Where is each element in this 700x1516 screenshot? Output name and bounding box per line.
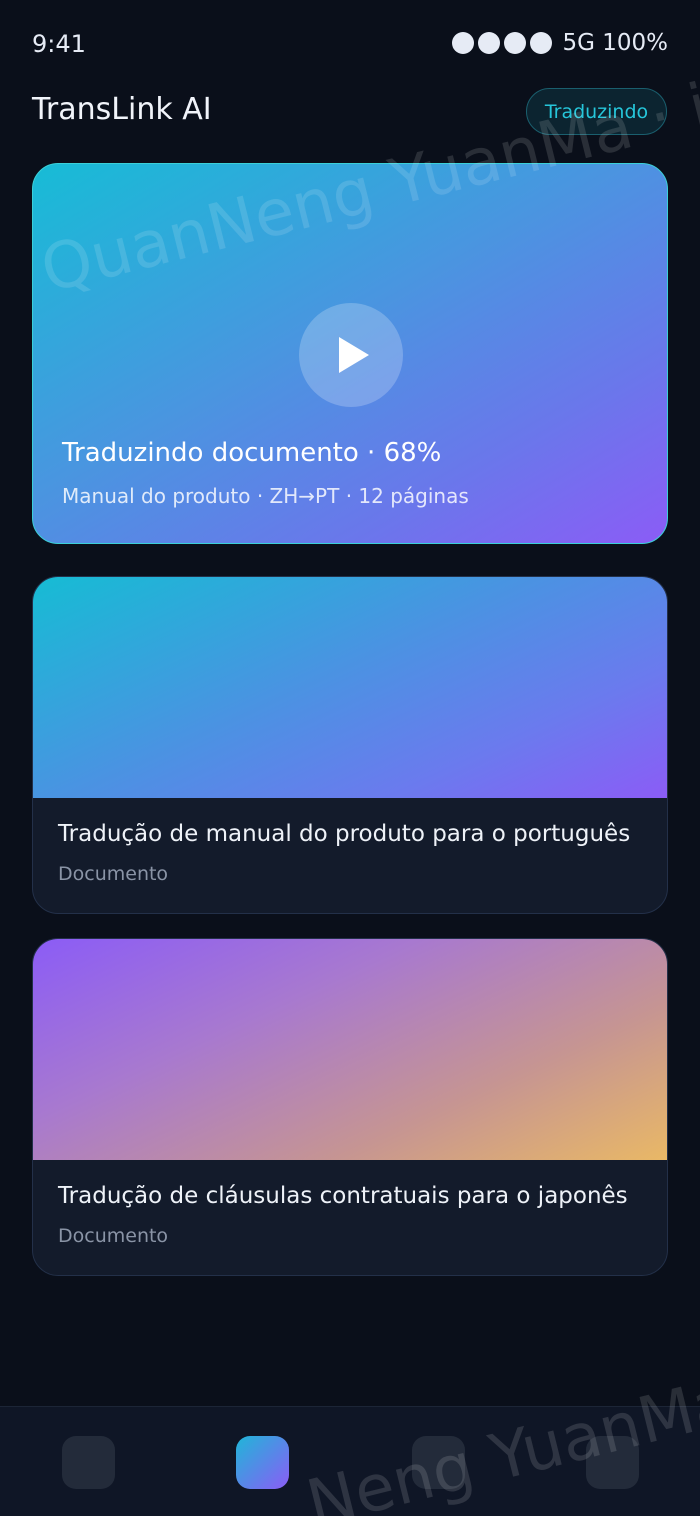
- translation-progress-title: Traduzindo documento · 68%: [62, 438, 442, 468]
- card-title: Tradução de cláusulas contratuais para o…: [58, 1183, 628, 1209]
- signal-dot: [478, 32, 501, 54]
- current-translation-card[interactable]: Traduzindo documento · 68% Manual do pro…: [32, 163, 668, 544]
- nav-home-icon[interactable]: [62, 1436, 115, 1489]
- translation-card[interactable]: Tradução de manual do produto para o por…: [32, 576, 668, 914]
- bottom-nav: [0, 1406, 700, 1516]
- card-thumbnail: [33, 577, 667, 798]
- signal-dot: [452, 32, 475, 54]
- nav-profile-icon[interactable]: [586, 1436, 639, 1489]
- nav-translate-icon[interactable]: [236, 1436, 289, 1489]
- app-title: TransLink AI: [32, 92, 212, 127]
- play-icon: [339, 337, 369, 373]
- translation-progress-subtitle: Manual do produto · ZH→PT · 12 páginas: [62, 484, 469, 508]
- card-type: Documento: [58, 863, 169, 885]
- status-badge[interactable]: Traduzindo: [526, 88, 667, 135]
- signal-icon: [452, 32, 553, 54]
- status-indicators: 5G 100%: [452, 30, 668, 56]
- status-time: 9:41: [32, 30, 86, 58]
- card-thumbnail: [33, 939, 667, 1160]
- card-title: Tradução de manual do produto para o por…: [58, 821, 631, 847]
- network-battery-text: 5G 100%: [562, 30, 668, 56]
- signal-dot: [530, 32, 553, 54]
- status-bar: 9:41 5G 100%: [0, 0, 700, 90]
- translation-card[interactable]: Tradução de cláusulas contratuais para o…: [32, 938, 668, 1276]
- app-screen: 9:41 5G 100% TransLink AI Traduzindo Tra…: [0, 0, 700, 1516]
- signal-dot: [504, 32, 527, 54]
- play-button[interactable]: [299, 303, 403, 407]
- card-type: Documento: [58, 1225, 169, 1247]
- nav-history-icon[interactable]: [412, 1436, 465, 1489]
